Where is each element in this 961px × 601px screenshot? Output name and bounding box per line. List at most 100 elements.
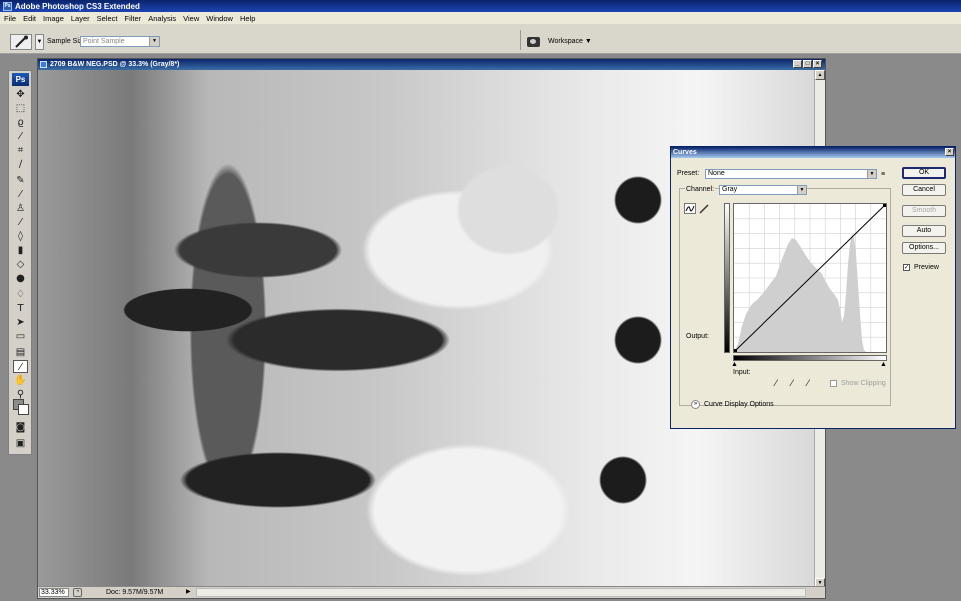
close-icon[interactable]: ×	[945, 148, 954, 156]
menu-image[interactable]: Image	[43, 14, 64, 23]
output-gradient-bar	[724, 203, 730, 353]
show-clipping-label: Show Clipping	[841, 380, 886, 387]
color-swatches[interactable]	[13, 399, 29, 415]
history-brush-tool-icon[interactable]: ⁄	[13, 216, 28, 229]
preset-label: Preset:	[677, 170, 700, 177]
input-gradient-bar	[733, 355, 887, 361]
dodge-tool-icon[interactable]: ●	[13, 272, 28, 285]
menu-help[interactable]: Help	[240, 14, 255, 23]
tool-preset-picker[interactable]: ▼	[10, 34, 44, 50]
preset-options-icon[interactable]: ≡	[881, 171, 885, 178]
shape-tool-icon[interactable]: ▭	[13, 330, 28, 343]
app-title-bar: Ps Adobe Photoshop CS3 Extended	[0, 0, 961, 12]
gradient-tool-icon[interactable]: ▮	[13, 244, 28, 257]
path-selection-tool-icon[interactable]: ➤	[13, 316, 28, 329]
scroll-up-icon[interactable]: ▲	[815, 70, 825, 80]
white-point-slider-icon[interactable]: ▲	[880, 361, 887, 368]
notes-tool-icon[interactable]: ▤	[13, 346, 28, 359]
menu-file[interactable]: File	[4, 14, 16, 23]
menu-window[interactable]: Window	[206, 14, 233, 23]
crop-tool-icon[interactable]: ⌗	[13, 144, 28, 157]
preview-checkbox[interactable]: ✓	[903, 264, 910, 271]
curves-title: Curves	[673, 149, 697, 156]
blur-tool-icon[interactable]: ◇	[13, 258, 28, 271]
curves-title-bar[interactable]: Curves ×	[671, 147, 955, 158]
healing-brush-tool-icon[interactable]: ✎	[13, 174, 28, 187]
white-point	[883, 204, 886, 207]
lasso-tool-icon[interactable]: ϱ	[13, 116, 28, 129]
preset-select[interactable]: None ▼	[705, 169, 877, 179]
slice-tool-icon[interactable]: ∕	[13, 158, 28, 171]
options-bar: ▼ Sample Size: Point Sample ▼ Workspace …	[0, 24, 961, 54]
channel-value: Gray	[722, 186, 738, 193]
menu-view[interactable]: View	[183, 14, 199, 23]
options-button[interactable]: Options...	[902, 242, 946, 254]
type-tool-icon[interactable]: T	[13, 302, 28, 315]
preview-label: Preview	[914, 264, 939, 271]
clone-stamp-tool-icon[interactable]: ♙	[13, 202, 28, 215]
black-point-slider-icon[interactable]: ▲	[731, 361, 738, 368]
pencil-draw-icon[interactable]	[698, 203, 710, 214]
black-point-eyedropper-icon[interactable]: ⁄	[775, 379, 777, 389]
auto-button[interactable]: Auto	[902, 225, 946, 237]
menu-edit[interactable]: Edit	[23, 14, 36, 23]
curve-edit-points-icon[interactable]	[684, 203, 696, 214]
document-title-bar[interactable]: 2709 B&W NEG.PSD @ 33.3% (Gray/8*) _ □ ×	[38, 59, 825, 70]
pen-tool-icon[interactable]: ♢	[13, 288, 28, 301]
marquee-tool-icon[interactable]: ⬚	[13, 102, 28, 115]
zoom-level-field[interactable]: 33.33%	[39, 588, 69, 597]
document-size-info: Doc: 9.57M/9.57M	[106, 589, 164, 596]
white-point-eyedropper-icon[interactable]: ⁄	[807, 379, 809, 389]
background-color-swatch[interactable]	[18, 404, 29, 415]
tool-preset-dropdown-icon[interactable]: ▼	[35, 34, 44, 50]
chevron-down-icon: ▼	[797, 186, 806, 194]
eyedropper-tool-icon[interactable]: ⁄	[13, 360, 28, 373]
horizontal-scrollbar[interactable]	[196, 588, 806, 597]
sample-size-select[interactable]: Point Sample ▼	[80, 36, 160, 47]
maximize-icon[interactable]: □	[803, 60, 812, 68]
photoshop-app-icon: Ps	[3, 1, 12, 11]
menu-layer[interactable]: Layer	[71, 14, 90, 23]
eyedropper-icon	[15, 35, 28, 48]
document-window-controls: _ □ ×	[792, 60, 822, 68]
gray-point-eyedropper-icon[interactable]: ⁄	[791, 379, 793, 389]
preset-value: None	[708, 170, 725, 177]
status-menu-arrow-icon[interactable]: ▶	[186, 588, 195, 597]
channel-select[interactable]: Gray ▼	[719, 185, 807, 195]
zoom-info-icon[interactable]: ◔	[73, 588, 82, 597]
cancel-button[interactable]: Cancel	[902, 184, 946, 196]
magic-wand-tool-icon[interactable]: ⁄	[13, 130, 28, 143]
screen-mode-icon[interactable]: ▣	[13, 437, 28, 450]
hand-tool-icon[interactable]: ✋	[13, 374, 28, 387]
smooth-button[interactable]: Smooth	[902, 205, 946, 217]
show-clipping-checkbox[interactable]	[830, 380, 837, 387]
ok-button[interactable]: OK	[902, 167, 946, 179]
eraser-tool-icon[interactable]: ◊	[13, 230, 28, 243]
move-tool-icon[interactable]: ✥	[13, 88, 28, 101]
expand-options-icon[interactable]: »	[691, 400, 700, 409]
photoshop-logo[interactable]: Ps	[12, 73, 29, 86]
options-divider	[793, 405, 884, 406]
document-title: 2709 B&W NEG.PSD @ 33.3% (Gray/8*)	[50, 61, 180, 68]
app-title: Adobe Photoshop CS3 Extended	[15, 1, 140, 11]
minimize-icon[interactable]: _	[793, 60, 802, 68]
chevron-down-icon: ▼	[867, 170, 876, 178]
menu-analysis[interactable]: Analysis	[148, 14, 176, 23]
workspace-menu[interactable]: Workspace ▼	[548, 38, 592, 45]
curves-dialog: Curves × Preset: None ▼ ≡ Channel: Gray …	[670, 146, 956, 429]
menu-select[interactable]: Select	[97, 14, 118, 23]
close-icon[interactable]: ×	[813, 60, 822, 68]
bridge-icon[interactable]	[527, 37, 540, 47]
output-label: Output:	[686, 333, 709, 340]
curve-graph[interactable]	[733, 203, 887, 353]
menu-filter[interactable]: Filter	[125, 14, 142, 23]
sample-size-value: Point Sample	[83, 38, 125, 45]
menu-bar: File Edit Image Layer Select Filter Anal…	[0, 12, 961, 24]
input-label: Input:	[733, 369, 751, 376]
curve-display-options-label[interactable]: Curve Display Options	[704, 401, 774, 408]
tools-panel: Ps ✥ ⬚ ϱ ⁄ ⌗ ∕ ✎ ⁄ ♙ ⁄ ◊ ▮ ◇ ● ♢ T ➤ ▭ ▤…	[8, 70, 32, 455]
black-point	[734, 349, 737, 352]
chevron-down-icon: ▼	[149, 37, 159, 46]
brush-tool-icon[interactable]: ⁄	[13, 188, 28, 201]
quick-mask-icon[interactable]: ◙	[13, 421, 28, 434]
